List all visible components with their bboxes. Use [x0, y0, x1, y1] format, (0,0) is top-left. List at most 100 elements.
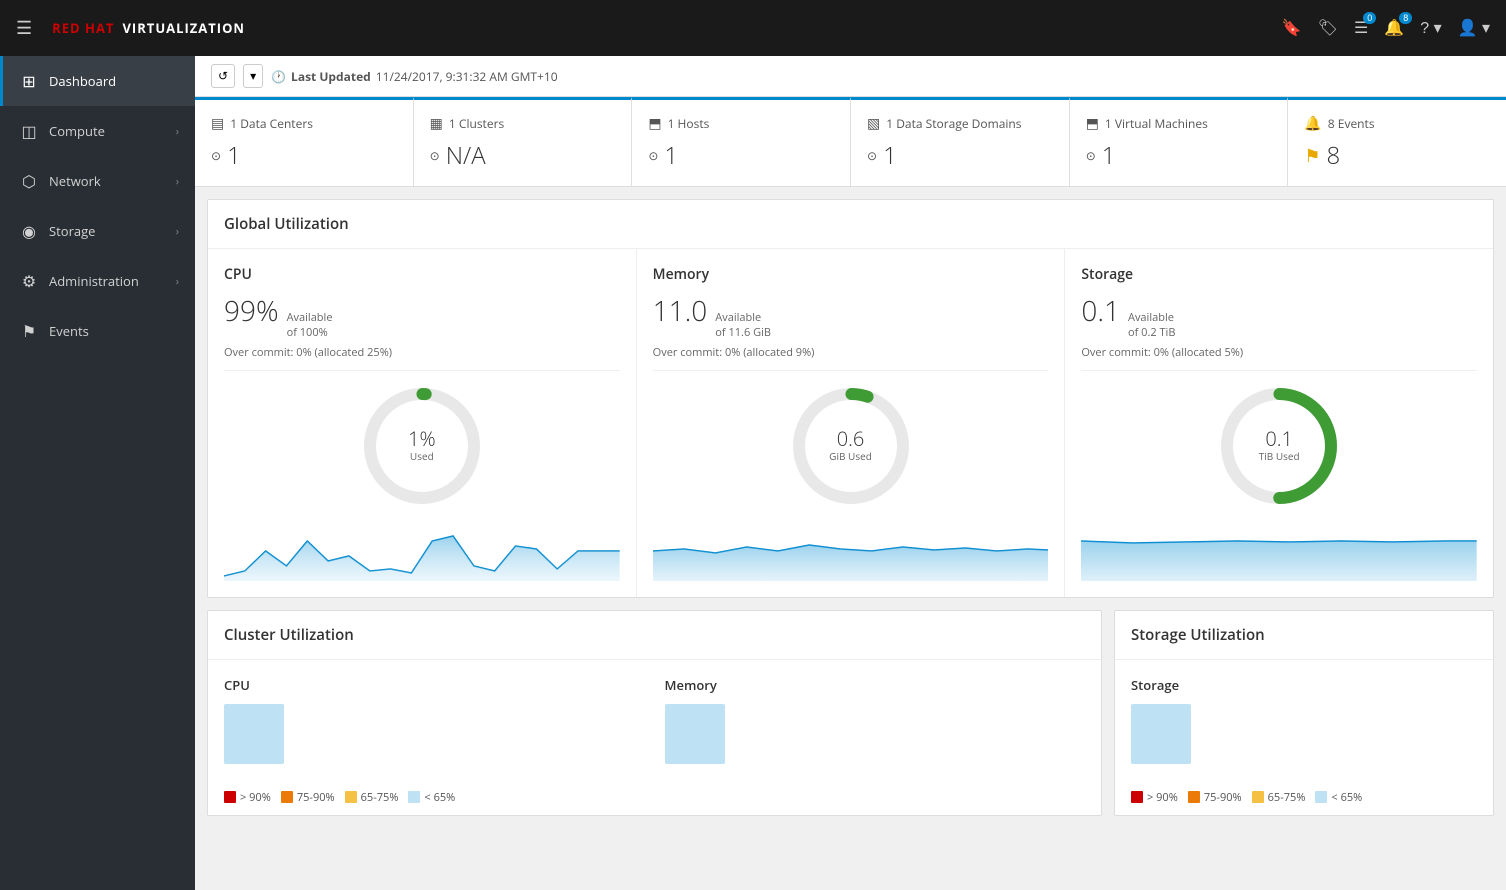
card-title-text: 1 Data Centers [230, 115, 313, 132]
refresh-button[interactable]: ↺ [211, 64, 235, 88]
summary-card-events[interactable]: 🔔 8 Events ⚑ 8 [1288, 97, 1506, 186]
sidebar: ⊞ Dashboard ◫ Compute › ⬡ Network › ◉ St… [0, 56, 195, 890]
last-updated-prefix: Last Updated [291, 68, 371, 85]
cluster-memory-section: Memory [665, 676, 1086, 764]
legend-item-90: > 90% [224, 790, 271, 805]
compute-icon: ◫ [19, 120, 39, 142]
legend-label-90: > 90% [240, 790, 271, 805]
memory-overcommit: Over commit: 0% (allocated 9%) [653, 345, 1049, 371]
cpu-sparkline [224, 521, 620, 581]
cpu-donut-sub: Used [408, 449, 436, 463]
summary-card-data-storage[interactable]: ▧ 1 Data Storage Domains ⊙ 1 [851, 97, 1070, 186]
help-button[interactable]: ? ▾ [1420, 18, 1441, 38]
cpu-avail-line2: of 100% [287, 325, 333, 340]
hamburger-button[interactable]: ☰ [16, 18, 32, 39]
util-section-storage: Storage 0.1 Available of 0.2 TiB Over co… [1065, 249, 1493, 597]
summary-card-hosts[interactable]: ⬒ 1 Hosts ⊙ 1 [632, 97, 851, 186]
sidebar-item-label: Administration [49, 272, 139, 290]
legend-item-75: 75-90% [281, 790, 335, 805]
data-storage-icon: ▧ [867, 114, 880, 133]
cluster-cpu-label: CPU [224, 676, 645, 694]
card-count: 1 [227, 139, 241, 172]
refresh-dropdown-button[interactable]: ▾ [243, 64, 263, 88]
storage-donut: 0.1 TiB Used [1214, 381, 1344, 511]
sidebar-item-label: Dashboard [49, 72, 116, 90]
cluster-cpu-bar [224, 704, 284, 764]
chevron-right-icon: › [176, 224, 179, 239]
sto-legend-label-65: 65-75% [1268, 790, 1306, 805]
sidebar-item-label: Storage [49, 222, 95, 240]
memory-donut-sub: GiB Used [829, 449, 872, 463]
cluster-memory-label: Memory [665, 676, 1086, 694]
legend-item-65: 65-75% [345, 790, 399, 805]
card-count: 1 [664, 139, 678, 172]
bookmark-button[interactable]: 🔖 [1282, 18, 1302, 38]
vms-icon: ⬒ [1086, 114, 1099, 133]
storage-donut-container: 0.1 TiB Used [1081, 381, 1477, 511]
eye-icon: ⊙ [1086, 147, 1096, 164]
app-body: ⊞ Dashboard ◫ Compute › ⬡ Network › ◉ St… [0, 56, 1506, 890]
card-title-text: 8 Events [1328, 115, 1375, 132]
sto-legend-color-65 [1252, 791, 1264, 803]
network-icon: ⬡ [19, 170, 39, 192]
legend-label-75: 75-90% [297, 790, 335, 805]
memory-big-val: 11.0 [653, 292, 708, 330]
sidebar-item-events[interactable]: ⚑ Events [0, 306, 195, 356]
storage-icon: ◉ [19, 220, 39, 242]
chevron-right-icon: › [176, 174, 179, 189]
sto-legend-color-90 [1131, 791, 1143, 803]
brand: RED HAT VIRTUALIZATION [52, 19, 245, 37]
memory-avail-line2: of 11.6 GiB [715, 325, 771, 340]
storage-donut-sub: TiB Used [1259, 449, 1300, 463]
memory-label: Memory [653, 265, 1049, 284]
eye-icon: ⊙ [211, 147, 221, 164]
memory-donut-container: 0.6 GiB Used [653, 381, 1049, 511]
chevron-right-icon: › [176, 124, 179, 139]
card-count: 1 [1102, 139, 1116, 172]
summary-card-vms[interactable]: ⬒ 1 Virtual Machines ⊙ 1 [1070, 97, 1289, 186]
util-section-cpu: CPU 99% Available of 100% Over commit: 0… [208, 249, 637, 597]
card-count: 1 [883, 139, 897, 172]
tag-button[interactable]: 🏷 [1318, 18, 1338, 38]
toolbar: ↺ ▾ 🕐 Last Updated 11/24/2017, 9:31:32 A… [195, 56, 1506, 97]
bell-button[interactable]: 🔔 8 [1384, 18, 1404, 38]
clusters-icon: ▦ [430, 114, 443, 133]
sidebar-item-label: Network [49, 172, 101, 190]
storage-donut-val: 0.1 [1259, 429, 1300, 449]
sidebar-item-administration[interactable]: ⚙ Administration › [0, 256, 195, 306]
sidebar-item-storage[interactable]: ◉ Storage › [0, 206, 195, 256]
storage-inner: Storage [1115, 660, 1493, 780]
cpu-avail-line1: Available [287, 310, 333, 325]
eye-icon: ⊙ [648, 147, 658, 164]
storage-avail-line2: of 0.2 TiB [1128, 325, 1175, 340]
cpu-donut-val: 1% [408, 429, 436, 449]
sidebar-item-network[interactable]: ⬡ Network › [0, 156, 195, 206]
util-section-memory: Memory 11.0 Available of 11.6 GiB Over c… [637, 249, 1066, 597]
administration-icon: ⚙ [19, 270, 39, 292]
card-title-text: 1 Hosts [668, 115, 710, 132]
cpu-donut: 1% Used [357, 381, 487, 511]
cpu-donut-container: 1% Used [224, 381, 620, 511]
navbar-icons: 🔖 🏷 ☰ 0 🔔 8 ? ▾ 👤 ▾ [1282, 18, 1490, 38]
global-utilization-title: Global Utilization [208, 200, 1493, 249]
sidebar-item-label: Compute [49, 122, 105, 140]
main-content: ↺ ▾ 🕐 Last Updated 11/24/2017, 9:31:32 A… [195, 56, 1506, 890]
events-bell-icon: 🔔 [1304, 114, 1321, 133]
bottom-panels: Cluster Utilization CPU Memory > 90% [207, 610, 1494, 816]
user-button[interactable]: 👤 ▾ [1458, 18, 1490, 38]
legend-label-lt65: < 65% [424, 790, 455, 805]
sidebar-item-compute[interactable]: ◫ Compute › [0, 106, 195, 156]
storage-avail-line1: Available [1128, 310, 1175, 325]
summary-card-data-centers[interactable]: ▤ 1 Data Centers ⊙ 1 [195, 97, 414, 186]
eye-icon: ⊙ [867, 147, 877, 164]
memory-sparkline [653, 521, 1049, 581]
dashboard-icon: ⊞ [19, 70, 39, 92]
summary-card-clusters[interactable]: ▦ 1 Clusters ⊙ N/A [414, 97, 633, 186]
sidebar-item-dashboard[interactable]: ⊞ Dashboard [0, 56, 195, 106]
cluster-inner: CPU Memory [208, 660, 1101, 780]
sto-legend-item-90: > 90% [1131, 790, 1178, 805]
sto-legend-label-lt65: < 65% [1331, 790, 1362, 805]
events-icon: ⚑ [19, 320, 39, 342]
list-button[interactable]: ☰ 0 [1354, 18, 1368, 38]
storage-sparkline [1081, 521, 1477, 581]
